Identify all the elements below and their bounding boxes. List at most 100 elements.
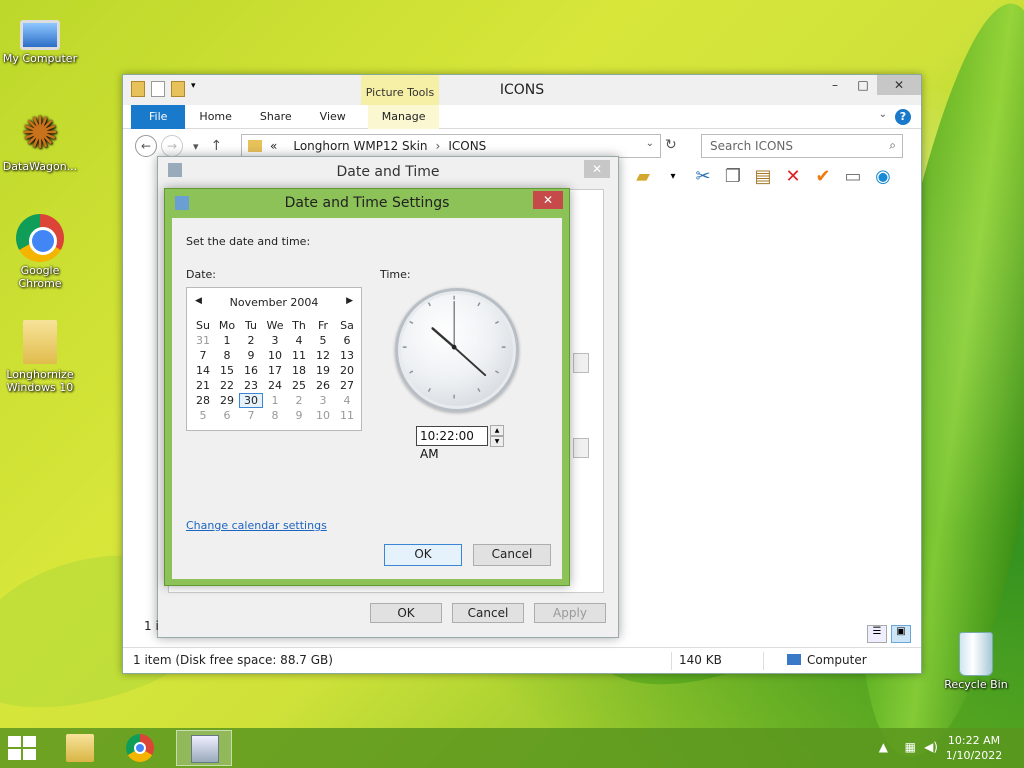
calendar-day[interactable]: 25	[287, 378, 311, 393]
search-input[interactable]: Search ICONS ⌕	[701, 134, 903, 158]
calendar[interactable]: ◀ November 2004 ▶ Su Mo Tu We Th Fr Sa 31 1 2 3 4 5 6…	[186, 287, 362, 431]
folder-check-icon[interactable]: ▰	[631, 165, 655, 189]
calendar-day[interactable]: 13	[335, 348, 359, 363]
minimize-button[interactable]: –	[821, 75, 849, 95]
calendar-month-year[interactable]: November 2004	[187, 296, 361, 309]
search-icon[interactable]: ⌕	[889, 138, 896, 153]
calendar-day[interactable]: 27	[335, 378, 359, 393]
calendar-day[interactable]: 5	[311, 333, 335, 348]
spin-up-button[interactable]: ▲	[490, 425, 504, 436]
cancel-button[interactable]: Cancel	[452, 603, 524, 623]
calendar-day[interactable]: 11	[335, 408, 359, 423]
calendar-day[interactable]: 3	[263, 333, 287, 348]
change-calendar-settings-link[interactable]: Change calendar settings	[186, 519, 327, 532]
calendar-day[interactable]: 21	[191, 378, 215, 393]
tab-manage[interactable]: Manage	[367, 104, 440, 129]
taskbar-app-chrome[interactable]	[112, 730, 168, 766]
breadcrumb-separator[interactable]: ›	[436, 139, 441, 153]
time-input[interactable]: 10:22:00 AM	[416, 426, 488, 461]
calendar-day[interactable]: 10	[311, 408, 335, 423]
taskbar-app-date-time[interactable]	[176, 730, 232, 766]
calendar-day[interactable]: 20	[335, 363, 359, 378]
tab-file[interactable]: File	[131, 104, 186, 129]
calendar-day[interactable]: 4	[335, 393, 359, 408]
globe-icon[interactable]: ◉	[871, 165, 895, 189]
next-month-button[interactable]: ▶	[346, 296, 353, 306]
taskbar-clock[interactable]: 10:22 AM 1/10/2022	[942, 733, 1006, 763]
breadcrumb-item[interactable]: ICONS	[448, 139, 486, 153]
calendar-day[interactable]: 9	[239, 348, 263, 363]
calendar-day[interactable]: 18	[287, 363, 311, 378]
desktop-icon-recycle-bin[interactable]: Recycle Bin	[936, 632, 1016, 691]
calendar-day[interactable]: 16	[239, 363, 263, 378]
calendar-day[interactable]: 19	[311, 363, 335, 378]
calendar-day[interactable]: 3	[311, 393, 335, 408]
calendar-day[interactable]: 28	[191, 393, 215, 408]
tab-view[interactable]: View	[306, 105, 360, 129]
calendar-day[interactable]: 4	[287, 333, 311, 348]
desktop-icon-longhornize[interactable]: Longhornize Windows 10	[0, 320, 80, 394]
start-button[interactable]	[8, 736, 38, 760]
rename-icon[interactable]: ▭	[841, 165, 865, 189]
tab-home[interactable]: Home	[185, 105, 245, 129]
calendar-day[interactable]: 7	[191, 348, 215, 363]
large-icons-view-icon[interactable]: ▣	[891, 625, 911, 643]
apply-button[interactable]: Apply	[534, 603, 606, 623]
calendar-day[interactable]: 5	[191, 408, 215, 423]
taskbar-app-file-explorer[interactable]	[52, 730, 108, 766]
calendar-day[interactable]: 2	[239, 333, 263, 348]
chevron-down-icon[interactable]: ⌄	[879, 109, 887, 120]
breadcrumb-item[interactable]: Longhorn WMP12 Skin	[293, 139, 427, 153]
calendar-day[interactable]: 30	[239, 393, 263, 408]
calendar-day[interactable]: 24	[263, 378, 287, 393]
cut-icon[interactable]: ✂	[691, 165, 715, 189]
forward-button[interactable]: →	[161, 135, 183, 157]
calendar-day[interactable]: 26	[311, 378, 335, 393]
calendar-day[interactable]: 11	[287, 348, 311, 363]
chevron-down-icon[interactable]: ⌄	[646, 138, 654, 149]
calendar-day[interactable]: 22	[215, 378, 239, 393]
calendar-day[interactable]: 1	[263, 393, 287, 408]
show-hidden-icons-icon[interactable]: ▲	[879, 740, 888, 754]
refresh-icon[interactable]: ↻	[665, 137, 677, 153]
paste-icon[interactable]: ▤	[751, 165, 775, 189]
check-icon[interactable]: ✔	[811, 165, 835, 189]
maximize-button[interactable]: □	[849, 75, 877, 95]
calendar-day[interactable]: 15	[215, 363, 239, 378]
calendar-day[interactable]: 1	[215, 333, 239, 348]
partial-button[interactable]	[573, 438, 589, 458]
calendar-day[interactable]: 14	[191, 363, 215, 378]
ok-button[interactable]: OK	[370, 603, 442, 623]
close-button[interactable]: ✕	[533, 191, 563, 209]
delete-icon[interactable]: ✕	[781, 165, 805, 189]
calendar-day[interactable]: 6	[335, 333, 359, 348]
calendar-day[interactable]: 8	[215, 348, 239, 363]
ok-button[interactable]: OK	[384, 544, 462, 566]
desktop-icon-my-computer[interactable]: My Computer	[0, 12, 80, 65]
cancel-button[interactable]: Cancel	[473, 544, 551, 566]
calendar-day[interactable]: 8	[263, 408, 287, 423]
recent-locations-icon[interactable]: ▾	[193, 140, 199, 153]
calendar-day[interactable]: 7	[239, 408, 263, 423]
desktop-icon-google-chrome[interactable]: Google Chrome	[0, 214, 80, 290]
explorer-titlebar[interactable]: ▾ Picture Tools ICONS – □ ✕	[123, 75, 921, 105]
address-prefix[interactable]: «	[270, 139, 277, 153]
network-icon[interactable]: ▦	[905, 740, 916, 754]
desktop-icon-datawagon[interactable]: ✺ DataWagon...	[0, 110, 80, 174]
calendar-day[interactable]: 2	[287, 393, 311, 408]
close-button[interactable]: ✕	[877, 75, 921, 95]
volume-icon[interactable]: ◀)	[924, 740, 938, 754]
calendar-day[interactable]: 17	[263, 363, 287, 378]
calendar-day[interactable]: 12	[311, 348, 335, 363]
up-button[interactable]: ↑	[211, 138, 223, 154]
calendar-day[interactable]: 23	[239, 378, 263, 393]
spin-down-button[interactable]: ▼	[490, 436, 504, 447]
calendar-day[interactable]: 9	[287, 408, 311, 423]
partial-button[interactable]	[573, 353, 589, 373]
calendar-day[interactable]: 10	[263, 348, 287, 363]
back-button[interactable]: ←	[135, 135, 157, 157]
chevron-down-icon[interactable]: ▾	[661, 165, 685, 189]
calendar-day[interactable]: 6	[215, 408, 239, 423]
address-input[interactable]: « Longhorn WMP12 Skin › ICONS ⌄	[241, 134, 661, 158]
calendar-day[interactable]: 29	[215, 393, 239, 408]
